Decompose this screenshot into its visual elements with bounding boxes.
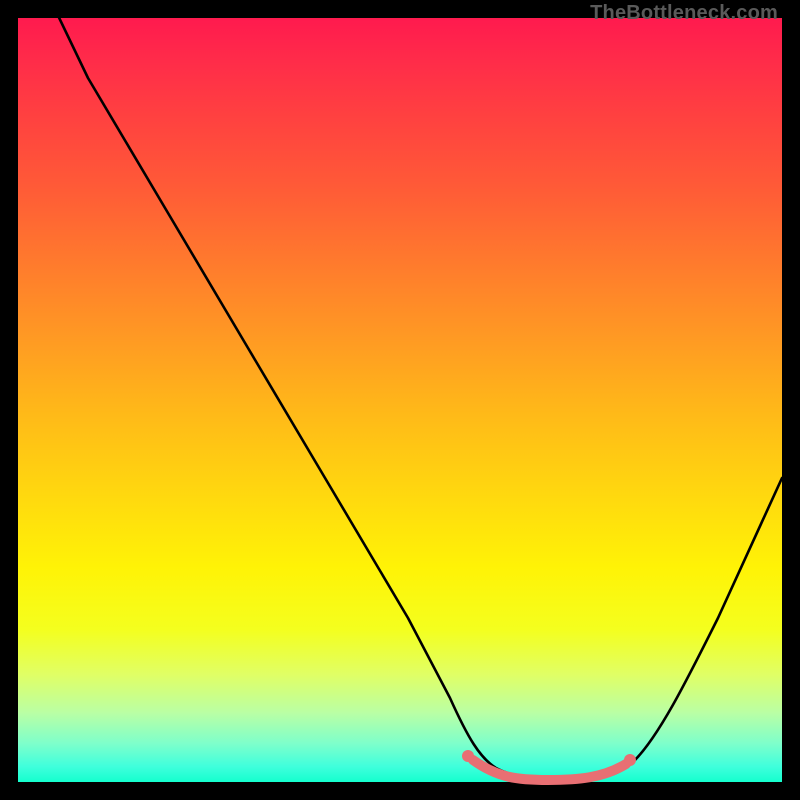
optimal-range-highlight — [473, 760, 626, 780]
chart-svg — [18, 18, 782, 782]
chart-container — [18, 18, 782, 782]
optimal-range-end-dot — [624, 754, 636, 766]
watermark-text: TheBottleneck.com — [590, 2, 778, 25]
optimal-range-start-dot — [462, 750, 474, 762]
bottleneck-curve-line — [40, 0, 782, 780]
